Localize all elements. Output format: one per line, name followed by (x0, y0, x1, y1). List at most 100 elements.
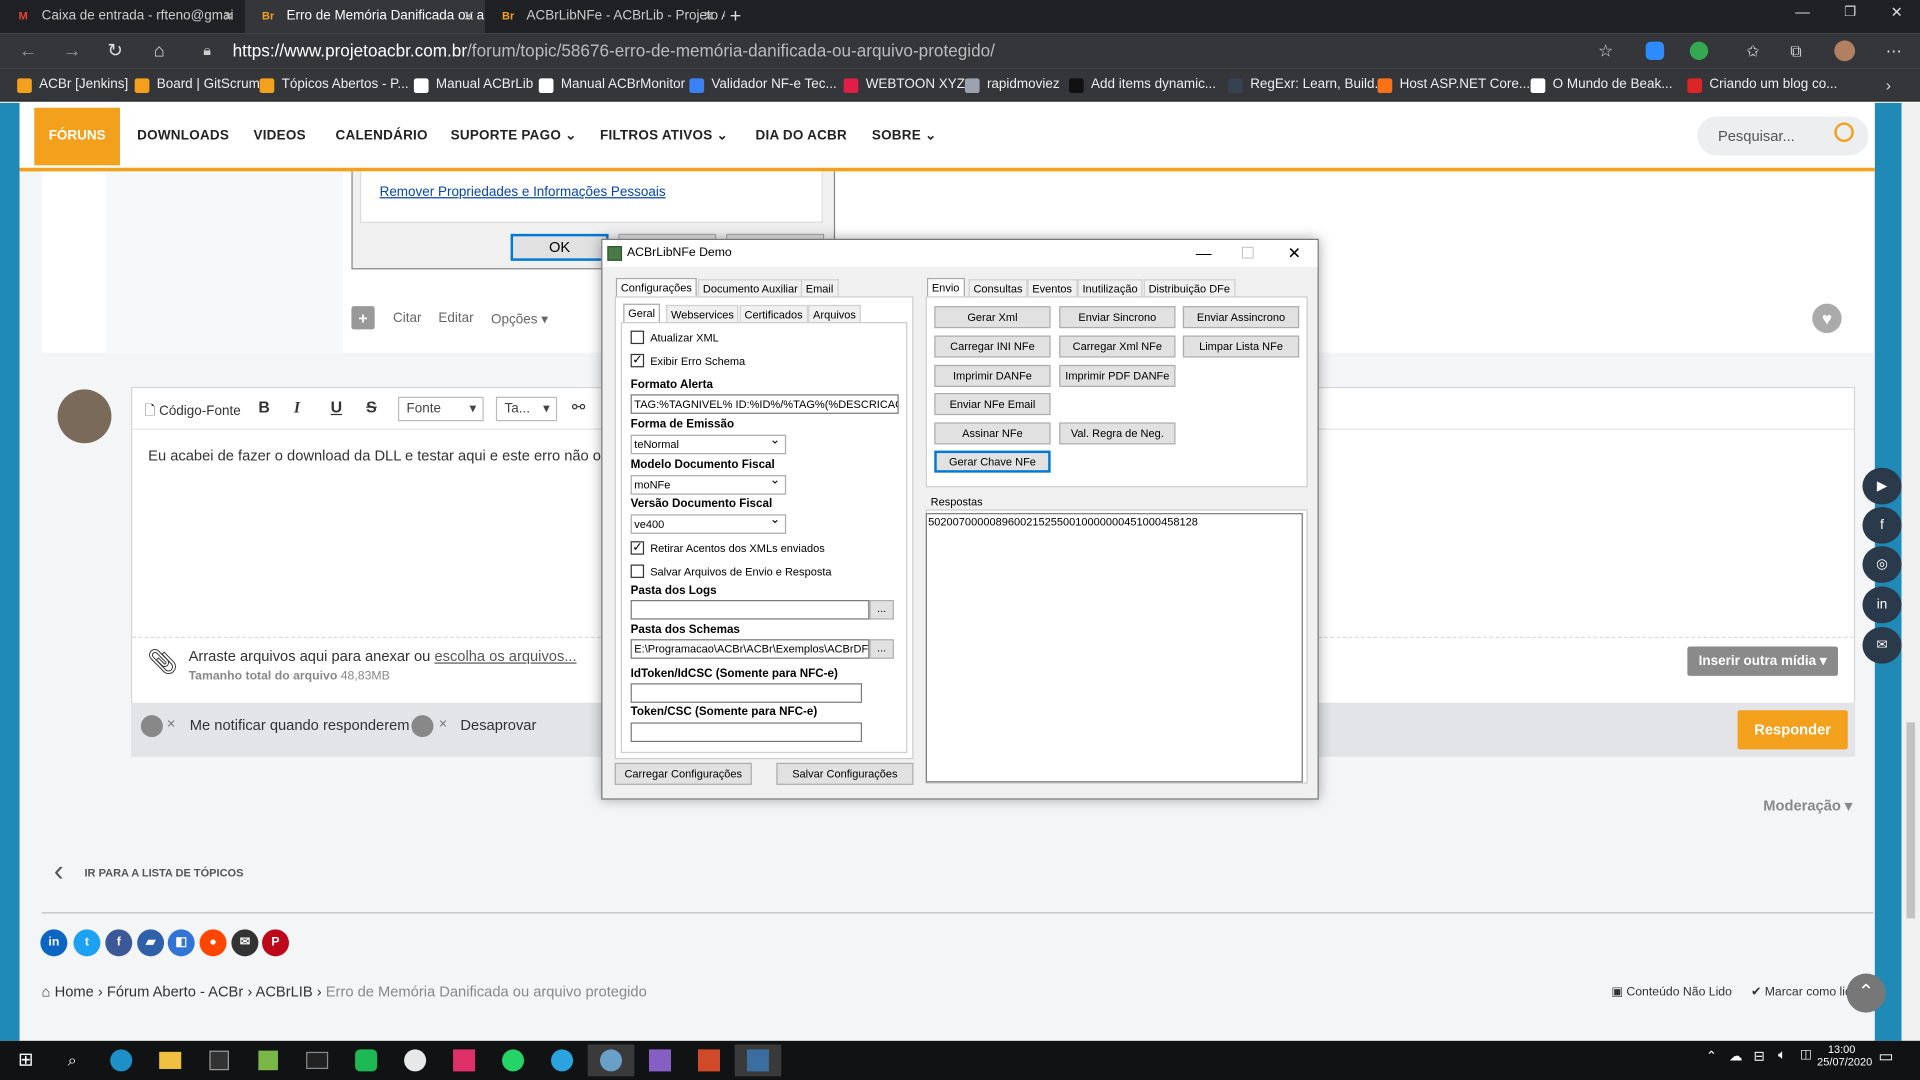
tab-geral[interactable]: Geral (623, 303, 661, 323)
font-select[interactable]: Fonte ▾ (397, 396, 484, 422)
moderation-menu[interactable]: Moderação ▾ (1763, 797, 1852, 814)
breadcrumb-forum[interactable]: Fórum Aberto - ACBr (107, 983, 243, 1000)
mark-read-link[interactable]: ✔ Marcar como lido (1751, 986, 1859, 999)
pasta-schemas-browse-button[interactable]: ... (869, 639, 894, 659)
unread-content-link[interactable]: ▣ Conteúdo Não Lido (1611, 986, 1732, 999)
chevron-right-icon[interactable]: › (1886, 69, 1891, 102)
nav-downloads[interactable]: DOWNLOADS (137, 103, 229, 172)
versao-select[interactable]: ve400 (630, 512, 787, 534)
nav-active-filters[interactable]: FILTROS ATIVOS ⌄ (600, 103, 728, 172)
profile-avatar[interactable] (1834, 40, 1856, 62)
nav-acbr-day[interactable]: DIA DO ACBR (756, 103, 847, 172)
options-menu[interactable]: Opções ▾ (491, 311, 548, 327)
link-icon[interactable]: ⚯ (572, 398, 585, 418)
minimize-icon[interactable]: — (1795, 0, 1810, 24)
zoom-extension-icon[interactable] (1645, 41, 1665, 60)
linkedin-share-icon[interactable]: in (40, 929, 68, 957)
bookmark-item[interactable]: WEBTOON XYZ (843, 69, 965, 102)
insert-media-button[interactable]: Inserir outra mídia ▾ (1687, 646, 1838, 676)
app-grid-icon[interactable] (686, 1044, 733, 1076)
email-share-icon[interactable]: ✉ (231, 929, 259, 957)
back-icon[interactable]: ← (15, 33, 42, 69)
breadcrumb-acbrlib[interactable]: ACBrLIB (256, 983, 313, 1000)
bookmark-item[interactable]: Tópicos Abertos - P... (259, 69, 409, 102)
scrollbar-thumb[interactable] (1906, 722, 1916, 919)
formato-alerta-input[interactable]: TAG:%TAGNIVEL% ID:%ID%/%TAG%(%DESCRICAO% (630, 394, 899, 414)
settings-app-icon[interactable] (587, 1044, 635, 1077)
tab-email[interactable]: Email (800, 279, 839, 298)
restore-icon[interactable]: ❐ (1844, 0, 1856, 24)
assinar-button[interactable]: Assinar NFe (934, 422, 1051, 445)
whatsapp-icon[interactable] (490, 1044, 537, 1076)
val-regra-button[interactable]: Val. Regra de Neg. (1059, 422, 1176, 445)
tab-configuracoes[interactable]: Configurações (615, 277, 697, 297)
tab-consultas[interactable]: Consultas (968, 279, 1028, 298)
minimize-icon[interactable]: — (1182, 240, 1226, 267)
bookmark-item[interactable]: Manual ACBrMonitor (538, 69, 685, 102)
star-icon[interactable]: ☆ (1598, 33, 1613, 69)
tab-envio[interactable]: Envio (926, 277, 965, 297)
quote-link[interactable]: Citar (393, 311, 421, 326)
heart-icon[interactable]: ♥ (1812, 303, 1842, 334)
acbr-demo-taskbar-icon[interactable] (734, 1044, 782, 1077)
tab-certificados[interactable]: Certificados (739, 304, 808, 324)
ok-button[interactable]: OK (510, 233, 609, 261)
bold-button[interactable]: B (258, 398, 269, 416)
digg-share-icon[interactable]: ◧ (167, 929, 195, 957)
source-code-button[interactable]: 🗋︎ Código-Fonte (144, 400, 240, 423)
tab-webservices[interactable]: Webservices (666, 304, 739, 324)
atualizar-xml-checkbox[interactable] (630, 330, 645, 345)
spotify-icon[interactable] (343, 1044, 390, 1076)
language-icon[interactable]: ◫ (1800, 1048, 1812, 1061)
enviar-email-button[interactable]: Enviar NFe Email (934, 393, 1051, 416)
notepad-icon[interactable] (245, 1044, 292, 1076)
nav-about[interactable]: SOBRE ⌄ (872, 103, 937, 172)
enviar-assincrono-button[interactable]: Enviar Assincrono (1182, 306, 1300, 329)
slack-icon[interactable] (392, 1044, 439, 1076)
disapprove-toggle[interactable] (411, 715, 434, 738)
close-tab-icon[interactable]: ✕ (463, 0, 475, 33)
carregar-ini-button[interactable]: Carregar INI NFe (934, 335, 1051, 358)
idtoken-input[interactable] (630, 683, 863, 703)
italic-button[interactable]: I (294, 398, 300, 418)
reddit-share-icon[interactable]: ● (199, 929, 227, 957)
remove-properties-link[interactable]: Remover Propriedades e Informações Pesso… (380, 185, 666, 200)
email-icon[interactable]: ✉ (1862, 626, 1902, 664)
menu-dots-icon[interactable]: ⋯ (1886, 33, 1902, 69)
notification-icon[interactable]: ▭ (1878, 1047, 1893, 1067)
tab-documento-auxiliar[interactable]: Documento Auxiliar (697, 279, 803, 298)
reply-button[interactable]: Responder (1737, 710, 1848, 750)
bookmark-item[interactable]: rapidmoviez (964, 69, 1060, 102)
bookmark-item[interactable]: Manual ACBrLib (413, 69, 533, 102)
carregar-config-button[interactable]: Carregar Configurações (614, 762, 752, 785)
retirar-acentos-checkbox[interactable]: ✓ (630, 541, 645, 555)
modelo-select[interactable]: moNFe (630, 473, 787, 495)
exibir-erro-checkbox[interactable]: ✓ (630, 353, 645, 368)
facebook-icon[interactable]: f (1862, 506, 1902, 544)
tab-arquivos[interactable]: Arquivos (808, 304, 861, 324)
forward-icon[interactable]: → (59, 33, 86, 69)
app-pink-icon[interactable] (441, 1044, 488, 1076)
search-icon[interactable]: ⌕ (49, 1044, 96, 1076)
home-icon[interactable]: ⌂ (146, 33, 173, 69)
windows-start-icon[interactable]: ⊞ (2, 1044, 49, 1076)
instagram-icon[interactable]: ◎ (1862, 546, 1902, 583)
tab-eventos[interactable]: Eventos (1027, 279, 1077, 298)
network-icon[interactable]: ⊟ (1753, 1048, 1764, 1064)
pasta-logs-input[interactable] (630, 600, 870, 620)
nav-forums[interactable]: FÓRUNS (34, 107, 120, 166)
twitter-share-icon[interactable]: t (73, 929, 101, 957)
underline-button[interactable]: U (331, 398, 342, 416)
forma-emissao-select[interactable]: teNormal (630, 432, 787, 455)
bookmark-item[interactable]: O Mundo de Beak... (1530, 69, 1672, 102)
cloud-icon[interactable]: ☁ (1729, 1048, 1742, 1064)
tab-inutilizacao[interactable]: Inutilização (1077, 279, 1143, 298)
pasta-logs-browse-button[interactable]: ... (869, 600, 894, 620)
bookmark-item[interactable]: RegExr: Learn, Build... (1228, 69, 1386, 102)
browser-tab-forum[interactable]: Br Erro de Memória Danificada ou a ✕ (244, 0, 485, 34)
url-input[interactable]: 🔒︎ https://www.projetoacbr.com.br/forum/… (193, 36, 1634, 65)
nav-calendar[interactable]: CALENDÁRIO (336, 103, 428, 172)
salvar-arquivos-checkbox[interactable] (630, 564, 645, 578)
back-to-list-link[interactable]: IR PARA A LISTA DE TÓPICOS (84, 867, 243, 879)
telegram-icon[interactable] (539, 1044, 586, 1076)
